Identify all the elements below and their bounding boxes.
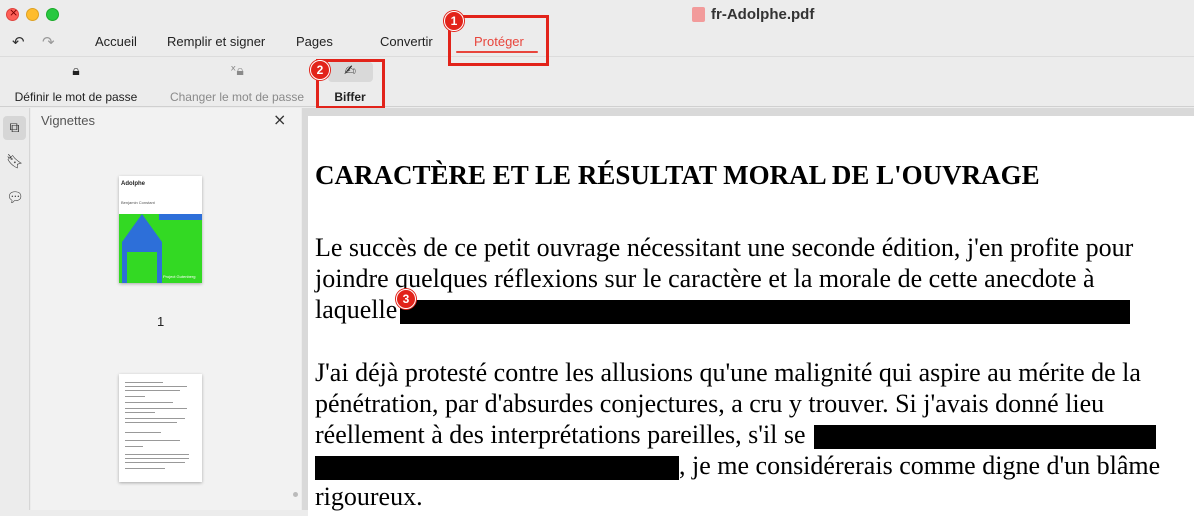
callout-badge-3: 3 xyxy=(396,289,416,309)
thumbnail-cover-title: Adolphe xyxy=(121,181,145,187)
bookmark-icon[interactable]: 🔖︎ xyxy=(6,154,24,174)
tab-pages[interactable]: Pages xyxy=(296,34,333,49)
pdf-file-icon xyxy=(692,7,705,22)
redaction-block[interactable] xyxy=(399,300,1130,325)
paragraph-1-line-2: joindre quelques réflexions sur le carac… xyxy=(315,264,1095,293)
chapter-heading: CARACTÈRE ET LE RÉSULTAT MORAL DE L'OUVR… xyxy=(315,160,1040,190)
protect-toolbar: 🔒︎ Définir le mot de passe ˣ🔒︎ Changer l… xyxy=(0,56,1194,107)
close-window-button[interactable] xyxy=(6,6,19,21)
tab-convertir[interactable]: Convertir xyxy=(380,34,433,49)
title-bar: fr-Adolphe.pdf xyxy=(0,0,1194,30)
thumbnail-cover-footer: Project Gutenberg xyxy=(163,274,196,279)
page-thumbnail-1[interactable]: Adolphe Benjamin Constant Project Gutenb… xyxy=(119,176,202,283)
set-password-button[interactable]: 🔒︎ Définir le mot de passe xyxy=(8,57,144,108)
paragraph-1-line-3: laquelle xyxy=(315,294,1130,325)
redaction-block[interactable] xyxy=(814,425,1157,450)
lock-icon: 🔒︎ xyxy=(72,63,80,79)
paragraph-2-line-3: réellement à des interprétations pareill… xyxy=(315,419,1157,450)
paragraph-2-line-2: pénétration, par d'absurdes conjectures,… xyxy=(315,389,1105,418)
sidebar-icon-rail: ⧉ 🔖︎ 💬︎ xyxy=(0,108,30,510)
tab-remplir-et-signer[interactable]: Remplir et signer xyxy=(167,34,265,49)
paragraph-1-line-1: Le succès de ce petit ouvrage nécessitan… xyxy=(315,233,1134,262)
ribbon-tabs: ↶ ↷ Accueil Remplir et signer Pages Conv… xyxy=(0,30,1194,55)
lock-remove-icon: ˣ🔒︎ xyxy=(230,63,244,79)
minimize-window-button[interactable] xyxy=(26,8,39,21)
page-thumbnail-2[interactable] xyxy=(119,374,202,482)
cover-green-rect xyxy=(127,252,157,283)
thumbnail-page-number: 1 xyxy=(157,314,165,329)
document-viewer: CARACTÈRE ET LE RÉSULTAT MORAL DE L'OUVR… xyxy=(302,108,1194,516)
thumbnails-panel-icon[interactable]: ⧉ xyxy=(3,116,26,140)
set-password-label: Définir le mot de passe xyxy=(14,90,138,104)
tab-accueil[interactable]: Accueil xyxy=(95,34,137,49)
callout-badge-1: 1 xyxy=(444,11,464,31)
paragraph-2-line-4-text: , je me considérerais comme digne d'un b… xyxy=(679,451,1161,480)
change-password-label: Changer le mot de passe xyxy=(169,90,305,104)
paragraph-2-line-1: J'ai déjà protesté contre les allusions … xyxy=(315,358,1141,387)
paragraph-2-line-4: , je me considérerais comme digne d'un b… xyxy=(315,450,1160,481)
paragraph-1-line-3-text: laquelle xyxy=(315,295,398,324)
undo-icon[interactable]: ↶ xyxy=(12,33,25,51)
window-title: fr-Adolphe.pdf xyxy=(692,6,814,23)
sidebar-scroll-indicator[interactable] xyxy=(293,492,298,497)
sidebar-title: Vignettes xyxy=(41,113,95,128)
cover-triangle xyxy=(122,214,162,242)
paragraph-2-line-5: rigoureux. xyxy=(315,482,423,511)
paragraph-2-line-3-text: réellement à des interprétations pareill… xyxy=(315,420,806,449)
pdf-page: CARACTÈRE ET LE RÉSULTAT MORAL DE L'OUVR… xyxy=(308,116,1194,516)
cover-blue-bar xyxy=(159,214,202,220)
thumbnail-cover-author: Benjamin Constant xyxy=(121,200,155,205)
zoom-window-button[interactable] xyxy=(46,8,59,21)
callout-badge-2: 2 xyxy=(310,60,330,80)
change-password-button[interactable]: ˣ🔒︎ Changer le mot de passe xyxy=(164,57,310,108)
close-icon[interactable]: × xyxy=(273,110,286,129)
redaction-block[interactable] xyxy=(315,456,679,481)
thumbnails-sidebar: Vignettes × Adolphe Benjamin Constant Pr… xyxy=(31,108,301,510)
comments-icon[interactable]: 💬︎ xyxy=(6,190,24,210)
window-title-text: fr-Adolphe.pdf xyxy=(711,6,815,23)
redo-icon[interactable]: ↷ xyxy=(42,33,55,51)
